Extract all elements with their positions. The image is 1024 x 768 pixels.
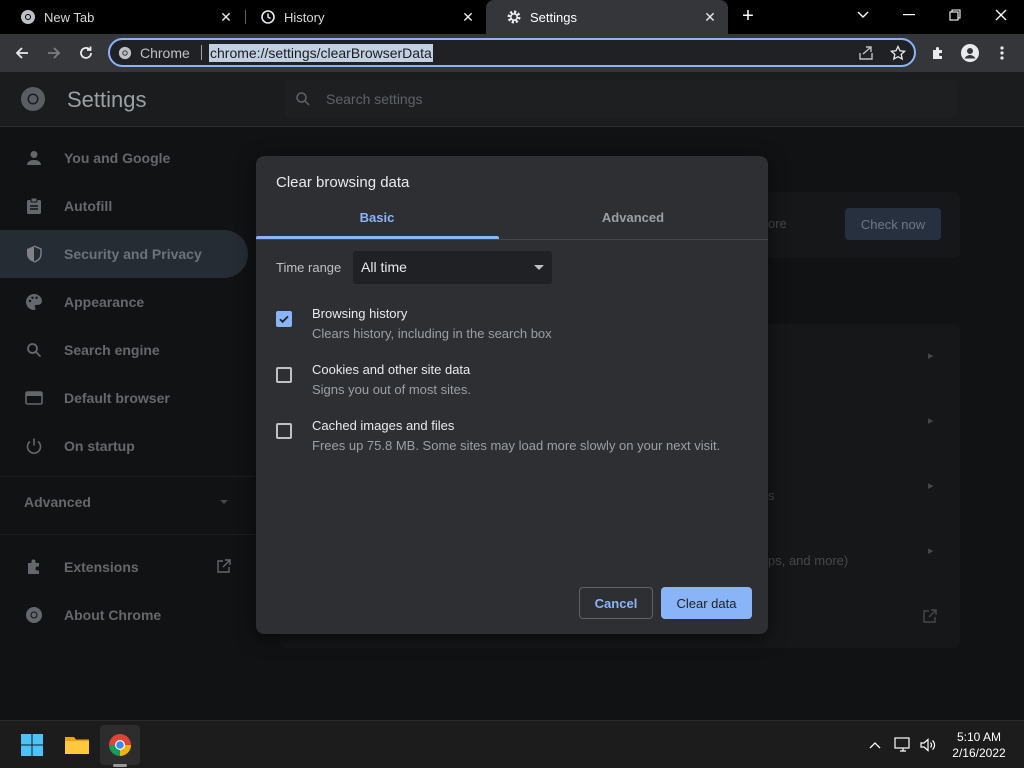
volume-icon[interactable] bbox=[918, 735, 938, 755]
option-description: Clears history, including in the search … bbox=[312, 326, 552, 341]
tab-label: New Tab bbox=[44, 9, 95, 25]
active-app-indicator bbox=[113, 764, 127, 767]
restore-button[interactable] bbox=[932, 0, 978, 30]
site-chip-label: Chrome bbox=[140, 45, 190, 61]
back-button[interactable] bbox=[9, 40, 35, 66]
tab-label: History bbox=[284, 9, 325, 25]
tab-label: Settings bbox=[530, 9, 577, 25]
close-icon[interactable]: ✕ bbox=[218, 9, 234, 25]
tab-settings[interactable]: Settings ✕ bbox=[486, 0, 728, 34]
option-description: Signs you out of most sites. bbox=[312, 382, 471, 397]
omnibox-divider bbox=[201, 45, 202, 60]
text-cursor-icon bbox=[484, 47, 492, 63]
tab-search-icon[interactable] bbox=[840, 0, 886, 30]
cookies-checkbox[interactable] bbox=[276, 367, 292, 383]
omnibox[interactable]: Chrome chrome://settings/clearBrowserDat… bbox=[108, 38, 916, 67]
share-icon[interactable] bbox=[856, 43, 876, 63]
tab-divider bbox=[256, 239, 768, 240]
clock-date: 2/16/2022 bbox=[952, 746, 1006, 760]
chrome-icon bbox=[118, 46, 132, 60]
option-cookies[interactable]: Cookies and other site data Signs you ou… bbox=[276, 362, 746, 406]
network-icon[interactable] bbox=[893, 735, 913, 755]
option-browsing-history[interactable]: Browsing history Clears history, includi… bbox=[276, 306, 746, 350]
chrome-icon bbox=[20, 9, 36, 25]
history-icon bbox=[260, 9, 276, 25]
cancel-button[interactable]: Cancel bbox=[579, 587, 653, 619]
dropdown-arrow-icon bbox=[534, 265, 544, 270]
time-range-label: Time range bbox=[276, 260, 342, 275]
system-clock[interactable]: 5:10 AM 2/16/2022 bbox=[946, 729, 1012, 761]
option-cached-images[interactable]: Cached images and files Frees up 75.8 MB… bbox=[276, 418, 746, 462]
windows-taskbar: 5:10 AM 2/16/2022 bbox=[0, 720, 1024, 768]
time-range-select[interactable]: All time bbox=[353, 251, 552, 284]
close-icon[interactable]: ✕ bbox=[702, 9, 718, 25]
chrome-taskbar-icon[interactable] bbox=[100, 725, 140, 765]
option-description: Frees up 75.8 MB. Some sites may load mo… bbox=[312, 438, 721, 453]
gear-icon bbox=[506, 9, 522, 25]
new-tab-button[interactable]: + bbox=[737, 6, 759, 27]
menu-kebab-icon[interactable] bbox=[989, 40, 1015, 66]
url-text[interactable]: chrome://settings/clearBrowserData bbox=[209, 44, 433, 62]
file-explorer-icon[interactable] bbox=[57, 725, 97, 765]
site-chip[interactable]: Chrome bbox=[118, 45, 190, 61]
search-placeholder: Search settings bbox=[326, 91, 423, 107]
dialog-title: Clear browsing data bbox=[276, 174, 410, 191]
profile-avatar[interactable] bbox=[957, 40, 983, 66]
close-icon[interactable]: ✕ bbox=[460, 9, 476, 25]
bookmark-star-icon[interactable] bbox=[888, 43, 908, 63]
clock-time: 5:10 AM bbox=[956, 730, 1002, 744]
tab-strip: New Tab ✕ History ✕ Settings ✕ + bbox=[0, 0, 1024, 34]
clear-data-button[interactable]: Clear data bbox=[661, 587, 752, 619]
windows-start-icon[interactable] bbox=[12, 725, 52, 765]
browser-toolbar: Chrome chrome://settings/clearBrowserDat… bbox=[0, 34, 1024, 72]
close-window-button[interactable] bbox=[978, 0, 1024, 30]
time-range-value: All time bbox=[361, 259, 407, 275]
tab-new-tab[interactable]: New Tab ✕ bbox=[0, 0, 244, 34]
option-title: Browsing history bbox=[312, 306, 408, 321]
reload-button[interactable] bbox=[73, 40, 99, 66]
option-title: Cookies and other site data bbox=[312, 362, 471, 377]
cached-images-checkbox[interactable] bbox=[276, 423, 292, 439]
forward-button[interactable] bbox=[41, 40, 67, 66]
search-icon bbox=[295, 91, 311, 112]
tab-advanced[interactable]: Advanced bbox=[512, 210, 754, 240]
checkmark-icon bbox=[279, 315, 289, 324]
settings-header: Settings Search settings bbox=[0, 72, 1024, 127]
tab-history[interactable]: History ✕ bbox=[240, 0, 486, 34]
chevron-up-icon[interactable] bbox=[865, 735, 885, 755]
page-title: Settings bbox=[67, 87, 147, 112]
clear-browsing-data-dialog: Clear browsing data Basic Advanced Time … bbox=[256, 156, 768, 634]
screen: New Tab ✕ History ✕ Settings ✕ + Chrome … bbox=[0, 0, 1024, 768]
settings-search-input[interactable]: Search settings bbox=[285, 80, 957, 118]
option-title: Cached images and files bbox=[312, 418, 455, 433]
chrome-logo-icon bbox=[20, 86, 46, 112]
extensions-icon[interactable] bbox=[925, 40, 951, 66]
minimize-button[interactable] bbox=[886, 0, 932, 30]
browsing-history-checkbox[interactable] bbox=[276, 311, 292, 327]
